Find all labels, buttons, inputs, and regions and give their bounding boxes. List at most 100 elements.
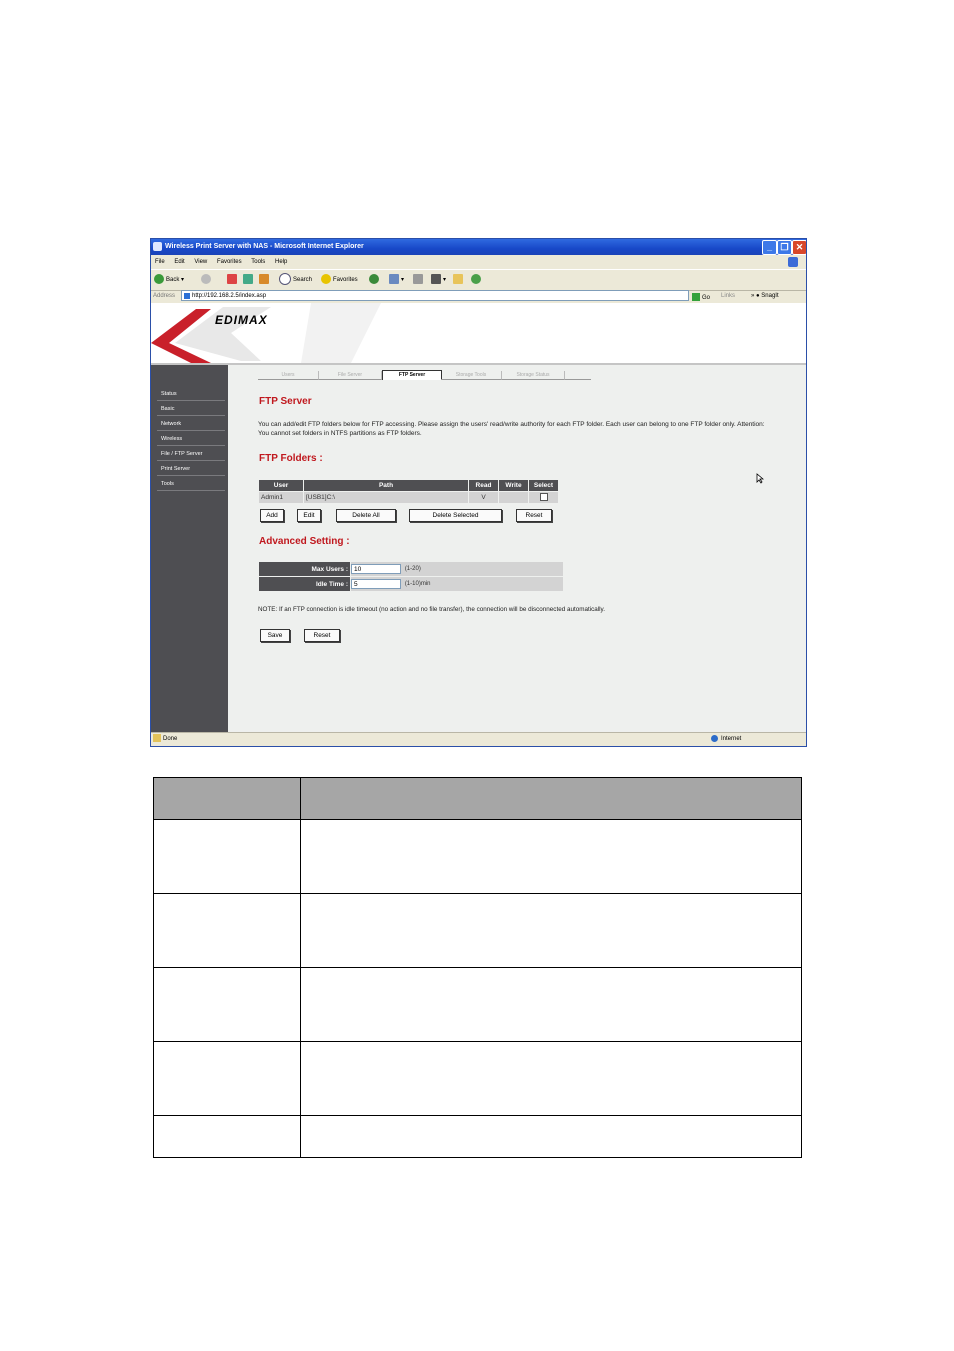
stop-button[interactable] [227, 270, 239, 290]
tab-storage-status[interactable]: Storage Status [502, 371, 565, 380]
sidebar-item-basic[interactable]: Basic [157, 402, 225, 416]
title-bar: Wireless Print Server with NAS - Microso… [151, 239, 806, 255]
links-button[interactable]: Links [721, 289, 735, 303]
ftp-folders-heading: FTP Folders : [259, 453, 323, 464]
ie-app-icon [153, 242, 162, 251]
cell-select [528, 491, 559, 504]
table-row [153, 819, 802, 894]
reset-button[interactable]: Reset [304, 629, 340, 642]
sidebar-item-status[interactable]: Status [157, 387, 225, 401]
edit-icon [431, 274, 441, 285]
save-button[interactable]: Save [260, 629, 290, 642]
favorites-button[interactable]: Favorites [321, 270, 358, 290]
menu-view[interactable]: View [194, 259, 207, 265]
reset-folders-button[interactable]: Reset [516, 509, 552, 522]
table-row [153, 967, 802, 1042]
maximize-button[interactable]: ❐ [777, 240, 792, 255]
menu-favorites[interactable]: Favorites [217, 259, 242, 265]
table-header-row [153, 777, 802, 820]
table-header-row: User Path Read Write Select [258, 479, 559, 492]
back-arrow-icon [154, 274, 164, 285]
advanced-setting-heading: Advanced Setting : [259, 536, 350, 547]
menu-file[interactable]: File [155, 259, 165, 265]
toolbar: Back ▾ Search Favorites ▾ ▾ [151, 269, 806, 291]
add-button[interactable]: Add [260, 509, 284, 522]
windows-logo-icon [788, 257, 798, 267]
forward-button[interactable] [201, 270, 213, 290]
advanced-settings-table: Max Users : 10 (1-20) Idle Time : 5 (1-1… [258, 561, 564, 592]
mail-button[interactable]: ▾ [389, 270, 404, 290]
page-icon [184, 293, 190, 299]
globe-icon [711, 734, 718, 742]
max-users-row: Max Users : 10 (1-20) [258, 561, 564, 577]
col-select: Select [528, 479, 559, 492]
tab-storage-tools[interactable]: Storage Tools [441, 371, 502, 380]
sidebar: Status Basic Network Wireless File / FTP… [151, 365, 228, 732]
table-row [153, 1041, 802, 1116]
tab-file-server[interactable]: File Server [319, 371, 382, 380]
tab-users[interactable]: Users [258, 371, 319, 380]
status-zone: Internet [711, 733, 741, 746]
max-users-hint: (1-20) [404, 566, 421, 572]
page-done-icon [153, 734, 161, 743]
delete-all-button[interactable]: Delete All [336, 509, 396, 522]
address-input[interactable]: http://192.168.2.5/index.asp [181, 290, 689, 301]
edit-button[interactable]: ▾ [431, 270, 446, 290]
status-done: Done [153, 733, 177, 746]
search-button[interactable]: Search [279, 270, 312, 290]
address-label: Address [153, 293, 176, 299]
folder-button[interactable] [453, 270, 465, 290]
sidebar-item-file-ftp-server[interactable]: File / FTP Server [157, 447, 225, 461]
minimize-button[interactable]: _ [762, 240, 777, 255]
col-read: Read [468, 479, 499, 492]
main-content: Users File Server FTP Server Storage Too… [228, 365, 806, 732]
edit-button[interactable]: Edit [297, 509, 321, 522]
menu-bar: File Edit View Favorites Tools Help [151, 255, 806, 269]
sidebar-item-network[interactable]: Network [157, 417, 225, 431]
web-page: EDIMAX Status Basic Network Wireless Fil… [151, 303, 806, 732]
home-button[interactable] [259, 270, 271, 290]
sidebar-item-tools[interactable]: Tools [157, 477, 225, 491]
forward-arrow-icon [201, 274, 211, 285]
close-button[interactable]: ✕ [792, 240, 806, 255]
messenger-button[interactable] [471, 270, 483, 290]
note-text: NOTE: If an FTP connection is idle timeo… [258, 606, 605, 613]
star-icon [321, 274, 331, 285]
select-checkbox[interactable] [539, 492, 548, 501]
stop-icon [227, 274, 237, 285]
media-icon [369, 274, 379, 285]
tab-ftp-server[interactable]: FTP Server [382, 370, 442, 380]
delete-selected-button[interactable]: Delete Selected [409, 509, 502, 522]
print-button[interactable] [413, 270, 425, 290]
swoosh-graphic [151, 303, 381, 363]
col-path: Path [303, 479, 469, 492]
idle-time-row: Idle Time : 5 (1-10)min [258, 576, 564, 592]
status-bar: Done Internet [151, 732, 806, 746]
table-row [153, 893, 802, 968]
table-row [153, 1115, 802, 1158]
idle-time-input[interactable]: 5 [351, 579, 401, 589]
window-title: Wireless Print Server with NAS - Microso… [165, 243, 364, 250]
mouse-pointer-icon [756, 473, 764, 484]
back-button[interactable]: Back ▾ [154, 270, 184, 290]
menu-tools[interactable]: Tools [251, 259, 265, 265]
sidebar-item-wireless[interactable]: Wireless [157, 432, 225, 446]
page-title: FTP Server [259, 396, 312, 407]
sidebar-item-print-server[interactable]: Print Server [157, 462, 225, 476]
printer-icon [413, 274, 423, 285]
menu-edit[interactable]: Edit [174, 259, 184, 265]
mail-icon [389, 274, 399, 285]
menu-help[interactable]: Help [275, 259, 287, 265]
col-write: Write [498, 479, 529, 492]
edimax-logo: EDIMAX [215, 313, 268, 327]
messenger-icon [471, 274, 481, 285]
refresh-button[interactable] [243, 270, 255, 290]
cell-path: [USB1]C:\ [303, 491, 469, 504]
idle-time-label: Idle Time : [258, 576, 351, 592]
go-arrow-icon [692, 293, 700, 302]
max-users-input[interactable]: 10 [351, 564, 401, 574]
refresh-icon [243, 274, 253, 285]
snagit-button[interactable]: » ● SnagIt [751, 289, 779, 303]
media-button[interactable] [369, 270, 381, 290]
idle-time-hint: (1-10)min [404, 581, 431, 587]
